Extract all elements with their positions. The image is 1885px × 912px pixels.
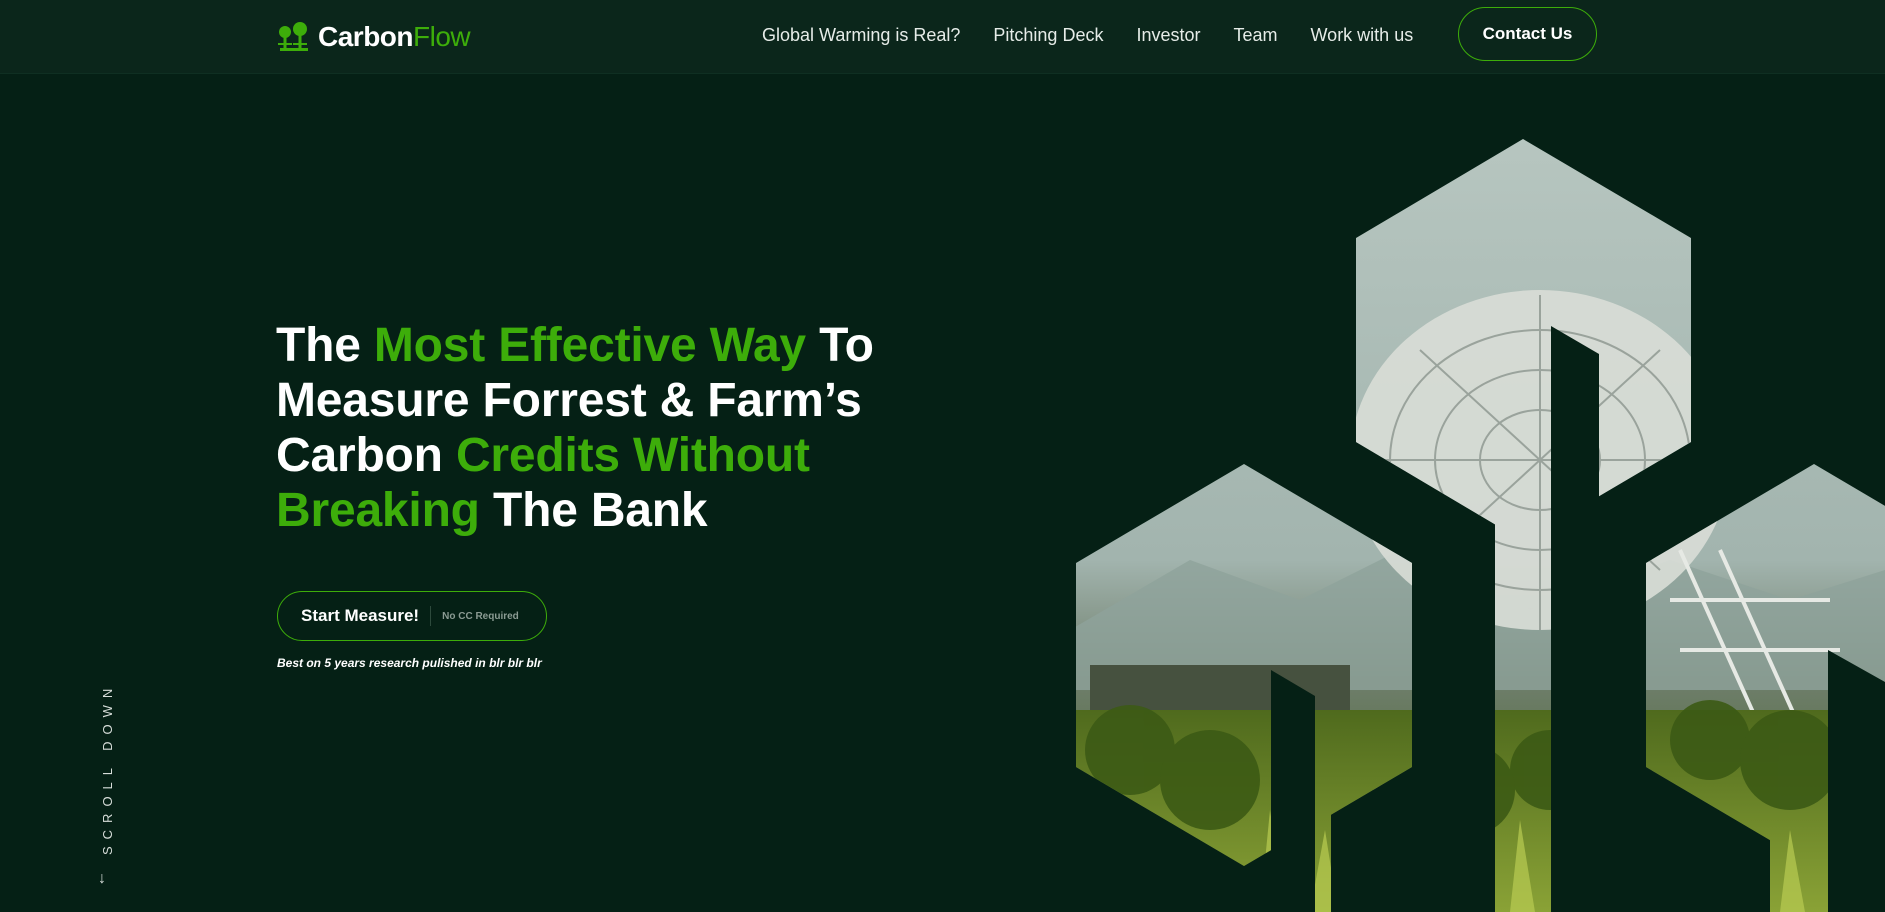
scroll-down-label: SCROLL DOWN: [100, 681, 115, 855]
radio-telescope-hexagon-image: [1076, 139, 1885, 912]
research-note: Best on 5 years research pulished in blr…: [277, 656, 542, 670]
site-header: CarbonFlow Global Warming is Real? Pitch…: [0, 0, 1885, 74]
brand-name-accent: Flow: [413, 21, 471, 52]
hero-title-line3-highlight: Credits Without: [455, 429, 810, 482]
hero-title-line1-highlight: Most Effective Way: [373, 319, 806, 372]
nav-item-work-with-us[interactable]: Work with us: [1311, 25, 1414, 46]
nav-item-global-warming[interactable]: Global Warming is Real?: [762, 25, 960, 46]
hero-title-line1-a: The: [276, 319, 374, 372]
nav-item-pitching-deck[interactable]: Pitching Deck: [993, 25, 1103, 46]
hero-title-line4-highlight: Breaking: [276, 484, 480, 537]
contact-us-button[interactable]: Contact Us: [1458, 7, 1597, 61]
brand-logo[interactable]: CarbonFlow: [276, 18, 471, 56]
tree-logo-icon: [278, 22, 308, 51]
hero-title-line2: Measure Forrest & Farm’s: [276, 374, 862, 427]
nav-item-investor[interactable]: Investor: [1136, 25, 1200, 46]
start-measure-button[interactable]: Start Measure! No CC Required: [277, 591, 547, 641]
arrow-down-icon: ↓: [98, 870, 106, 887]
main-nav: Global Warming is Real? Pitching Deck In…: [762, 22, 1446, 48]
hero-title-line3-a: Carbon: [276, 429, 456, 482]
start-measure-label: Start Measure!: [301, 606, 420, 625]
scroll-down-indicator[interactable]: SCROLL DOWN ↓: [96, 650, 116, 890]
hero-title-line4-b: The Bank: [479, 484, 708, 537]
cta-divider: [430, 606, 432, 626]
no-cc-note: No CC Required: [442, 610, 519, 622]
nav-item-team[interactable]: Team: [1234, 25, 1278, 46]
brand-name-primary: Carbon: [318, 21, 414, 52]
brand-name: CarbonFlow: [318, 21, 471, 53]
hero-title-line1-c: To: [805, 319, 874, 372]
hero-title: The Most Effective Way To Measure Forres…: [276, 318, 916, 538]
